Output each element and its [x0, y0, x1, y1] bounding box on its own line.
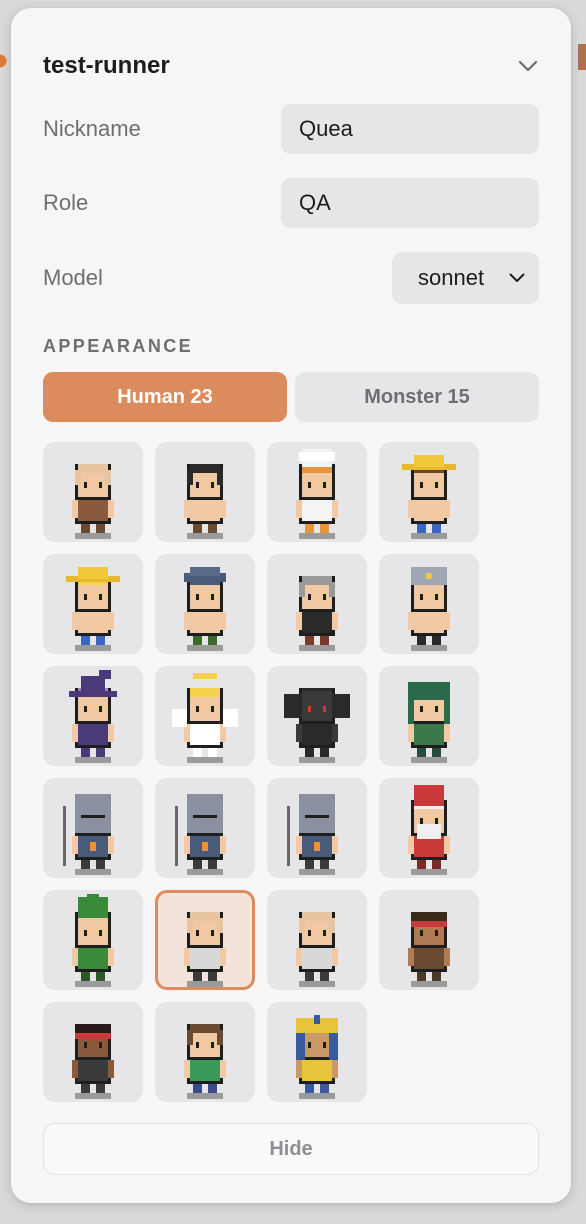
blonde-farmer-icon — [66, 566, 120, 651]
model-label: Model — [43, 265, 103, 290]
character-tile[interactable] — [379, 890, 479, 990]
character-tile[interactable] — [155, 554, 255, 654]
model-row: Model sonnet — [43, 252, 539, 304]
dark-bat-icon — [284, 687, 350, 763]
character-tile[interactable] — [43, 442, 143, 542]
halberd-knight-icon — [287, 793, 338, 875]
model-select-value: sonnet — [418, 265, 485, 290]
hooded-archer-icon — [408, 681, 450, 763]
character-tile[interactable] — [155, 890, 255, 990]
brown-hair-boy-icon — [184, 1023, 226, 1099]
nickname-row: Nickname — [43, 104, 539, 154]
character-tile[interactable] — [155, 442, 255, 542]
straw-hat-farmer-icon — [402, 454, 456, 539]
witch-icon — [69, 669, 117, 763]
chevron-down-icon — [509, 273, 525, 282]
collapse-chevron-icon[interactable] — [517, 55, 539, 77]
character-tile[interactable] — [379, 666, 479, 766]
tab-monster[interactable]: Monster 15 — [295, 372, 539, 422]
appearance-tabs: Human 23 Monster 15 — [43, 372, 539, 422]
background-decoration — [572, 40, 586, 72]
character-tile[interactable] — [43, 666, 143, 766]
nickname-input[interactable] — [281, 104, 539, 154]
helmet-soldier-icon — [408, 566, 450, 651]
headband-warrior-icon — [408, 911, 450, 987]
character-tile[interactable] — [267, 890, 367, 990]
nickname-label: Nickname — [43, 116, 141, 141]
character-tile[interactable] — [267, 1002, 367, 1102]
role-input[interactable] — [281, 178, 539, 228]
spear-knight-icon — [63, 793, 114, 875]
character-tile[interactable] — [43, 554, 143, 654]
character-tile[interactable] — [379, 442, 479, 542]
character-tile[interactable] — [155, 666, 255, 766]
character-tile[interactable] — [267, 442, 367, 542]
character-tile[interactable] — [267, 666, 367, 766]
bald-monk-icon — [184, 911, 226, 987]
character-grid — [43, 442, 479, 1102]
appearance-section-label: APPEARANCE — [43, 336, 194, 356]
gray-hair-elder-icon — [296, 575, 338, 651]
chef-icon — [296, 448, 338, 539]
role-row: Role — [43, 178, 539, 228]
character-tile[interactable] — [267, 778, 367, 878]
character-tile[interactable] — [155, 1002, 255, 1102]
black-hair-villager-icon — [184, 463, 226, 539]
character-tile[interactable] — [43, 1002, 143, 1102]
bald-monk-alt-icon — [296, 911, 338, 987]
character-tile[interactable] — [43, 890, 143, 990]
angel-icon — [172, 672, 238, 763]
hide-button[interactable]: Hide — [43, 1123, 539, 1175]
character-tile[interactable] — [379, 554, 479, 654]
panel-header: test-runner — [43, 50, 539, 82]
character-tile[interactable] — [43, 778, 143, 878]
sword-knight-icon — [175, 793, 226, 875]
bald-brawler-icon — [72, 463, 114, 539]
character-tile[interactable] — [155, 778, 255, 878]
agent-settings-panel: test-runner Nickname Role Model sonnet A… — [11, 8, 571, 1203]
character-tile[interactable] — [267, 554, 367, 654]
tab-human[interactable]: Human 23 — [43, 372, 287, 422]
blue-cap-worker-icon — [184, 566, 226, 651]
model-select[interactable]: sonnet — [392, 252, 539, 304]
headband-warrior-dark-icon — [72, 1023, 114, 1099]
green-gnome-icon — [72, 893, 114, 987]
role-label: Role — [43, 190, 89, 215]
character-tile[interactable] — [379, 778, 479, 878]
red-gnome-icon — [408, 784, 450, 875]
pharaoh-icon — [296, 1014, 338, 1099]
panel-title: test-runner — [43, 52, 170, 79]
